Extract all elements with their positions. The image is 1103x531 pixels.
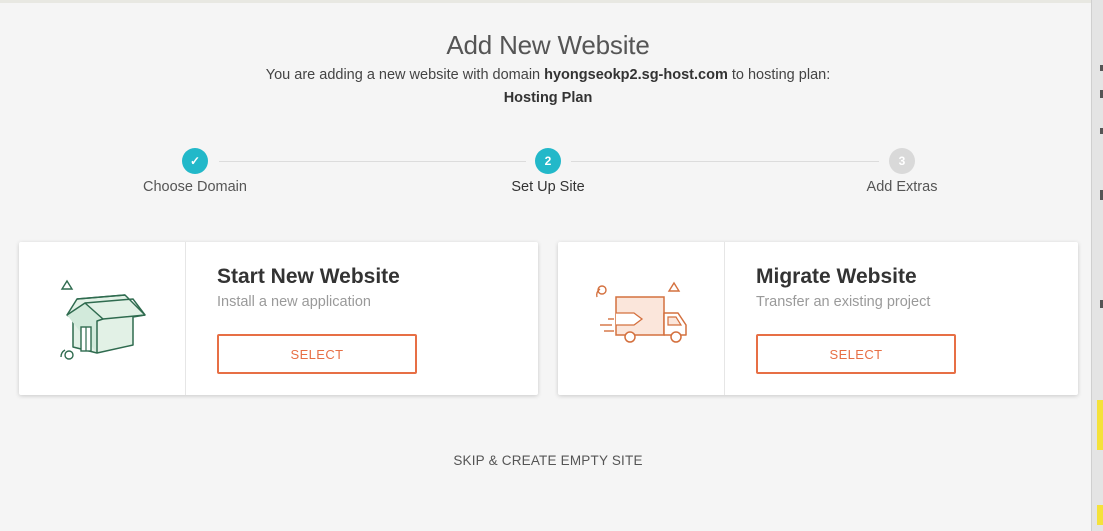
card-divider <box>724 242 725 395</box>
step-label-choose-domain[interactable]: Choose Domain <box>95 179 295 195</box>
select-start-new-website-button[interactable]: SELECT <box>217 334 417 374</box>
step-3-indicator[interactable]: 3 <box>889 148 915 174</box>
strip-highlight <box>1097 400 1103 450</box>
top-border <box>0 0 1092 3</box>
subtitle-suffix: to hosting plan: <box>727 67 831 83</box>
start-new-website-card[interactable]: Start New Website Install a new applicat… <box>19 242 538 395</box>
card-title: Start New Website <box>217 265 400 288</box>
subtitle-prefix: You are adding a new website with domain <box>265 67 545 83</box>
strip-highlight <box>1097 505 1103 525</box>
delivery-truck-icon <box>595 281 687 343</box>
step-2-indicator[interactable]: 2 <box>535 148 561 174</box>
page-subtitle: You are adding a new website with domain… <box>0 67 1096 83</box>
step-label-set-up-site: Set Up Site <box>511 179 585 195</box>
card-description: Transfer an existing project <box>756 294 931 310</box>
card-divider <box>185 242 186 395</box>
skip-create-empty-site-link[interactable]: SKIP & CREATE EMPTY SITE <box>0 453 1096 468</box>
stepper-connector <box>219 161 526 162</box>
page-title: Add New Website <box>446 30 650 60</box>
domain-name: hyongseokp2.sg-host.com <box>544 67 728 83</box>
card-description: Install a new application <box>217 294 371 310</box>
card-title: Migrate Website <box>756 265 917 288</box>
stepper-connector <box>571 161 879 162</box>
select-migrate-website-button[interactable]: SELECT <box>756 334 956 374</box>
house-icon <box>60 279 146 360</box>
step-1-check-icon[interactable]: ✓ <box>182 148 208 174</box>
plan-name: Hosting Plan <box>503 90 593 106</box>
migrate-website-card[interactable]: Migrate Website Transfer an existing pro… <box>558 242 1078 395</box>
step-label-add-extras: Add Extras <box>866 179 938 195</box>
